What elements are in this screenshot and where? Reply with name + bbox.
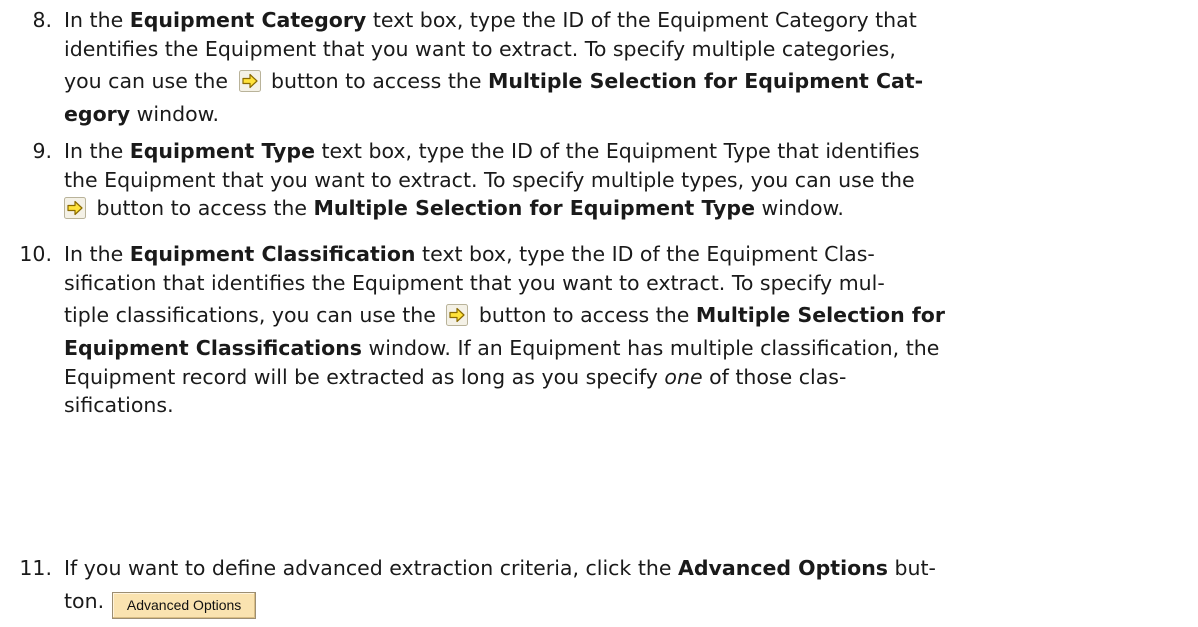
- yellow-arrow-right-icon: [446, 304, 469, 326]
- step-line: Equipment record will be extracted as lo…: [64, 364, 847, 389]
- ui-term: Equipment Type: [129, 139, 315, 163]
- step-number: 9.: [32, 139, 52, 163]
- emphasis: one: [664, 364, 703, 389]
- step-text: If you want to define advanced extractio…: [64, 554, 1178, 620]
- step-line: egory window.: [64, 102, 220, 126]
- procedure-steps: 8. In the Equipment Category text box, t…: [0, 0, 1198, 627]
- ui-term: Multiple Selection for: [695, 303, 945, 327]
- step-line: the Equipment that you want to extract. …: [64, 167, 915, 192]
- step-line: In the Equipment Type text box, type the…: [64, 139, 920, 163]
- multiple-selection-button[interactable]: [64, 197, 86, 219]
- step-text: In the Equipment Classification text box…: [64, 240, 1178, 420]
- yellow-arrow-right-icon: [64, 197, 86, 219]
- step-number: 11.: [19, 556, 52, 580]
- ui-term: Multiple Selection for Equipment Type: [313, 196, 756, 220]
- step-number: 8.: [32, 8, 52, 32]
- step-line: ton. Advanced Options: [64, 583, 1178, 620]
- step-number: 10.: [19, 242, 52, 266]
- step-text: In the Equipment Type text box, type the…: [64, 137, 1178, 223]
- step-line: In the Equipment Category text box, type…: [64, 8, 917, 32]
- step-line: In the Equipment Classification text box…: [64, 242, 875, 266]
- multiple-selection-button[interactable]: [446, 304, 469, 326]
- step-line: Equipment Classifications window. If an …: [64, 336, 940, 360]
- step-line: button to access the Multiple Selection …: [64, 194, 1178, 223]
- yellow-arrow-right-icon: [238, 70, 261, 92]
- ui-term: Equipment Category: [129, 8, 367, 32]
- ui-term: Advanced Options: [677, 556, 888, 580]
- step-line: sifications.: [64, 393, 174, 417]
- multiple-selection-button[interactable]: [238, 70, 261, 92]
- step-text: In the Equipment Category text box, type…: [64, 6, 1178, 129]
- ui-term: Equipment Classification: [129, 242, 416, 266]
- step-line: you can use the button to access the Mul…: [64, 69, 924, 93]
- ui-term: Multiple Selection for Equipment Cat-: [488, 69, 924, 93]
- step-line: identifies the Equipment that you want t…: [64, 36, 896, 61]
- ui-term: Equipment Classifications: [64, 336, 362, 360]
- step-line: tiple classifications, you can use the b…: [64, 303, 945, 327]
- step-line: sification that identifies the Equipment…: [64, 270, 885, 295]
- advanced-options-button[interactable]: Advanced Options: [112, 591, 257, 619]
- ui-term: egory: [64, 102, 131, 126]
- step-line: If you want to define advanced extractio…: [64, 556, 936, 580]
